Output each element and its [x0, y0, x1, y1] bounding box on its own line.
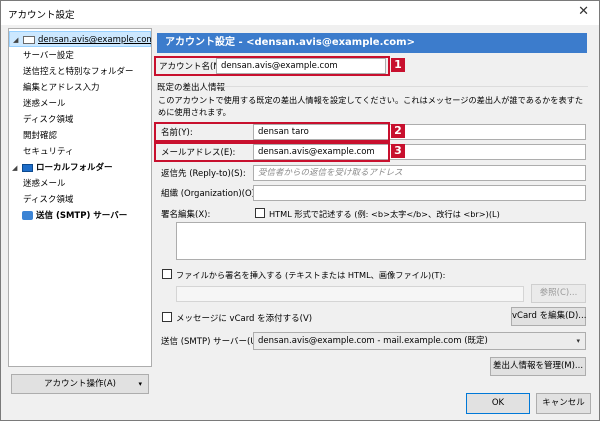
smtp-server-value: densan.avis@example.com - mail.example.c…: [258, 336, 488, 346]
collapse-arrow-icon[interactable]: ◢: [12, 160, 22, 176]
vcard-checkbox[interactable]: [162, 312, 172, 322]
smtp-server-label: 送信 (SMTP) サーバー(U):: [161, 337, 263, 347]
organization-label: 組織 (Organization)(O):: [161, 189, 258, 199]
signature-textarea[interactable]: [176, 222, 586, 260]
tree-item-label: 送信 (SMTP) サーバー: [36, 211, 128, 221]
file-signature-checkbox[interactable]: [162, 269, 172, 279]
close-icon[interactable]: ✕: [578, 4, 589, 19]
account-settings-dialog: アカウント設定 ✕ ◢ densan.avis@example.com サーバー設…: [0, 0, 600, 421]
file-signature-checkbox-label: ファイルから署名を挿入する (テキストまたは HTML、画像ファイル)(T):: [176, 270, 446, 280]
tree-item-smtp-server[interactable]: 送信 (SMTP) サーバー: [9, 208, 151, 224]
group-divider: [216, 86, 588, 87]
mail-account-icon: [23, 35, 35, 44]
tree-item-label: セキュリティ: [23, 147, 74, 157]
collapse-arrow-icon[interactable]: ◢: [13, 32, 23, 48]
tree-item-label: 開封確認: [23, 131, 58, 141]
tree-item-label: ディスク領域: [23, 115, 74, 125]
tree-item-label: 迷惑メール: [23, 179, 66, 189]
tree-item-return-receipts[interactable]: 開封確認: [9, 128, 151, 144]
identity-description: このアカウントで使用する既定の差出人情報を設定してください。これはメッセージの差…: [158, 95, 584, 117]
browse-button[interactable]: 参照(C)...: [531, 284, 586, 303]
manage-identities-button[interactable]: 差出人情報を管理(M)...: [490, 357, 586, 376]
edit-vcard-button[interactable]: vCard を編集(D)...: [511, 307, 586, 326]
tree-item-label: 迷惑メール: [23, 99, 66, 109]
cancel-button[interactable]: キャンセル: [536, 393, 591, 414]
account-tree: ◢ densan.avis@example.com サーバー設定 送信控えと特別な…: [8, 28, 152, 367]
window-title: アカウント設定: [8, 10, 75, 21]
reply-to-label: 返信先 (Reply-to)(S):: [161, 169, 246, 179]
signature-file-path-field[interactable]: [176, 286, 524, 302]
reply-to-field[interactable]: 受信者からの返信を受け取るアドレス: [253, 165, 586, 181]
tree-item-disk-space[interactable]: ディスク領域: [9, 112, 151, 128]
tree-item-label: densan.avis@example.com: [38, 35, 152, 45]
page-title: アカウント設定 - <densan.avis@example.com>: [157, 33, 587, 53]
tree-item-local-folders[interactable]: ◢ ローカルフォルダー: [9, 160, 151, 176]
tree-item-label: 編集とアドレス入力: [23, 83, 100, 93]
chevron-down-icon: ▾: [576, 337, 580, 345]
tree-item-local-junk[interactable]: 迷惑メール: [9, 176, 151, 192]
callout-badge-2: 2: [391, 124, 405, 138]
html-signature-checkbox-label: HTML 形式で記述する (例: <b>太字</b>、改行は <br>)(L): [269, 209, 500, 219]
callout-badge-3: 3: [391, 144, 405, 158]
account-actions-label: アカウント操作(A): [44, 379, 116, 389]
tree-item-label: ローカルフォルダー: [36, 163, 113, 173]
chevron-down-icon: ▾: [138, 380, 142, 388]
local-folder-icon: [22, 163, 33, 172]
tree-item-junk[interactable]: 迷惑メール: [9, 96, 151, 112]
tree-item-composition[interactable]: 編集とアドレス入力: [9, 80, 151, 96]
account-actions-button[interactable]: アカウント操作(A) ▾: [11, 374, 149, 394]
tree-item-local-disk-space[interactable]: ディスク領域: [9, 192, 151, 208]
tree-item-copies-folders[interactable]: 送信控えと特別なフォルダー: [9, 64, 151, 80]
tree-item-security[interactable]: セキュリティ: [9, 144, 151, 160]
tree-item-label: 送信控えと特別なフォルダー: [23, 67, 134, 77]
highlight-box-3: [154, 142, 390, 162]
callout-badge-1: 1: [391, 58, 405, 72]
smtp-server-select[interactable]: densan.avis@example.com - mail.example.c…: [253, 332, 586, 350]
outgoing-server-icon: [22, 211, 33, 220]
identity-group-label: 既定の差出人情報: [157, 83, 226, 93]
title-bar: アカウント設定 ✕: [1, 1, 599, 25]
tree-item-label: ディスク領域: [23, 195, 74, 205]
highlight-box-2: [154, 122, 390, 142]
organization-field[interactable]: [253, 185, 586, 201]
tree-item-server-settings[interactable]: サーバー設定: [9, 48, 151, 64]
vcard-checkbox-label: メッセージに vCard を添付する(V): [176, 314, 313, 324]
highlight-box-1: [154, 56, 390, 76]
tree-item-label: サーバー設定: [23, 51, 74, 61]
signature-label: 署名編集(X):: [161, 210, 211, 220]
ok-button[interactable]: OK: [466, 393, 530, 414]
html-signature-checkbox[interactable]: [255, 208, 265, 218]
tree-item-account[interactable]: ◢ densan.avis@example.com: [9, 31, 151, 47]
